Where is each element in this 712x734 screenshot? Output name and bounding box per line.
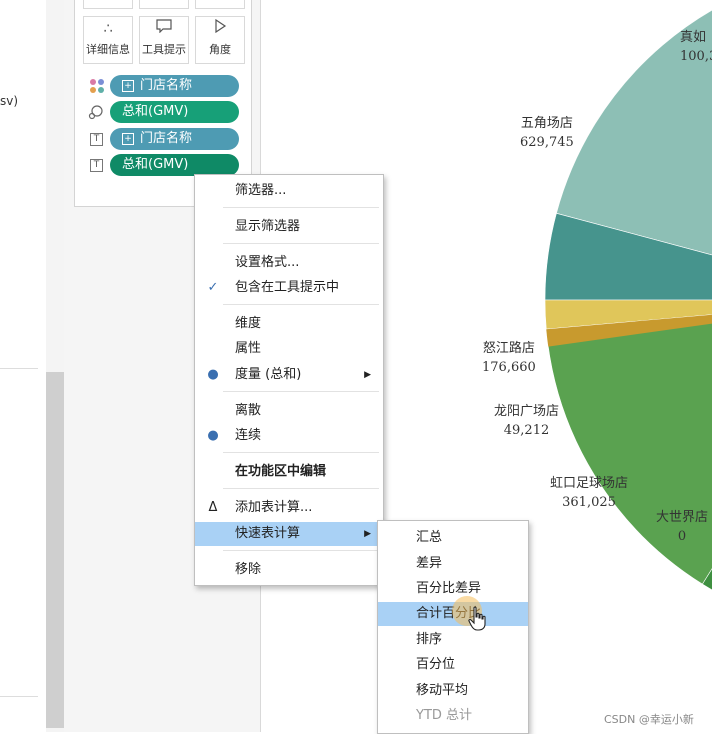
pie-label-hongkou: 虹口足球场店 361,025 bbox=[550, 474, 628, 512]
submenu-item-label: 汇总 bbox=[416, 530, 443, 545]
submenu-item-moving-average[interactable]: 移动平均 bbox=[378, 679, 528, 703]
radio-dot-icon: ● bbox=[207, 428, 219, 443]
hand-cursor-icon bbox=[468, 606, 486, 631]
menu-item-label: 添加表计算... bbox=[235, 500, 313, 515]
pie-label-dashijie: 大世界店 0 bbox=[656, 508, 708, 546]
context-menu: 筛选器... 显示筛选器 设置格式... ✓ 包含在工具提示中 维度 属性 ● 度量… bbox=[194, 174, 384, 586]
menu-separator bbox=[223, 550, 379, 551]
menu-item-measure[interactable]: ● 度量 (总和) ▶ bbox=[195, 363, 383, 387]
menu-item-discrete[interactable]: 离散 bbox=[195, 399, 383, 423]
menu-item-label: 移除 bbox=[235, 562, 262, 577]
menu-separator bbox=[223, 304, 379, 305]
menu-item-label: 属性 bbox=[235, 341, 262, 356]
watermark: CSDN @幸运小新 bbox=[604, 713, 694, 726]
submenu-item-running-total[interactable]: 汇总 bbox=[378, 526, 528, 550]
pie-label-wujiaochang: 五角场店 629,745 bbox=[520, 114, 574, 152]
pie-label-nujianglu: 怒江路店 176,660 bbox=[482, 339, 536, 377]
submenu-arrow-icon: ▶ bbox=[364, 370, 371, 380]
submenu-item-percentile[interactable]: 百分位 bbox=[378, 653, 528, 677]
slice-value: 49,212 bbox=[503, 423, 550, 438]
slice-name: 龙阳广场店 bbox=[494, 404, 560, 419]
slice-name: 怒江路店 bbox=[482, 341, 535, 356]
pie-label-longyang: 龙阳广场店 49,212 bbox=[494, 402, 559, 440]
submenu-item-rank[interactable]: 排序 bbox=[378, 628, 528, 652]
quick-table-calc-submenu: 汇总 差异 百分比差异 合计百分比 排序 百分位 移动平均 YTD 总计 bbox=[377, 520, 529, 734]
menu-item-add-table-calc[interactable]: Δ 添加表计算... bbox=[195, 496, 383, 520]
menu-item-format[interactable]: 设置格式... bbox=[195, 251, 383, 275]
menu-item-label: 设置格式... bbox=[235, 255, 300, 270]
submenu-item-percent-difference[interactable]: 百分比差异 bbox=[378, 577, 528, 601]
delta-icon: Δ bbox=[208, 500, 218, 515]
menu-item-filter[interactable]: 筛选器... bbox=[195, 179, 383, 203]
menu-separator bbox=[223, 391, 379, 392]
slice-value: 629,745 bbox=[520, 135, 574, 150]
submenu-item-label: 排序 bbox=[416, 632, 443, 647]
menu-item-edit-in-shelf[interactable]: 在功能区中编辑 bbox=[195, 460, 383, 484]
menu-separator bbox=[223, 488, 379, 489]
menu-item-label: 度量 (总和) bbox=[235, 367, 302, 382]
menu-item-label: 显示筛选器 bbox=[235, 219, 301, 234]
menu-item-show-filter[interactable]: 显示筛选器 bbox=[195, 215, 383, 239]
slice-value: 176,660 bbox=[482, 360, 536, 375]
menu-item-label: 维度 bbox=[235, 316, 262, 331]
menu-item-label: 连续 bbox=[235, 428, 262, 443]
submenu-item-label: YTD 总计 bbox=[416, 708, 473, 723]
menu-item-remove[interactable]: 移除 bbox=[195, 558, 383, 582]
slice-value: 0 bbox=[677, 529, 687, 544]
submenu-item-ytd-total: YTD 总计 bbox=[378, 704, 528, 728]
pie-label-zhenru: 真如 100,3 bbox=[680, 28, 712, 66]
menu-item-label: 离散 bbox=[235, 403, 262, 418]
menu-item-quick-table-calc[interactable]: 快速表计算 ▶ bbox=[195, 522, 383, 546]
submenu-item-label: 百分位 bbox=[416, 657, 456, 672]
menu-separator bbox=[223, 452, 379, 453]
menu-item-label: 在功能区中编辑 bbox=[235, 464, 327, 479]
slice-name: 大世界店 bbox=[656, 510, 709, 525]
radio-dot-icon: ● bbox=[207, 367, 219, 382]
menu-item-label: 包含在工具提示中 bbox=[235, 280, 340, 295]
slice-value: 361,025 bbox=[562, 495, 616, 510]
submenu-item-label: 移动平均 bbox=[416, 683, 469, 698]
menu-item-include-tooltip[interactable]: ✓ 包含在工具提示中 bbox=[195, 276, 383, 300]
menu-item-label: 快速表计算 bbox=[235, 526, 301, 541]
slice-name: 五角场店 bbox=[520, 116, 573, 131]
menu-item-dimension[interactable]: 维度 bbox=[195, 312, 383, 336]
slice-name: 真如 bbox=[680, 30, 707, 45]
submenu-item-difference[interactable]: 差异 bbox=[378, 552, 528, 576]
submenu-item-label: 差异 bbox=[416, 556, 443, 571]
menu-separator bbox=[223, 243, 379, 244]
menu-item-attribute[interactable]: 属性 bbox=[195, 337, 383, 361]
slice-value: 100,3 bbox=[680, 49, 712, 64]
menu-separator bbox=[223, 207, 379, 208]
menu-item-continuous[interactable]: ● 连续 bbox=[195, 424, 383, 448]
slice-name: 虹口足球场店 bbox=[550, 476, 629, 491]
checkmark-icon: ✓ bbox=[207, 280, 219, 295]
menu-item-label: 筛选器... bbox=[235, 183, 287, 198]
submenu-arrow-icon: ▶ bbox=[364, 529, 371, 539]
